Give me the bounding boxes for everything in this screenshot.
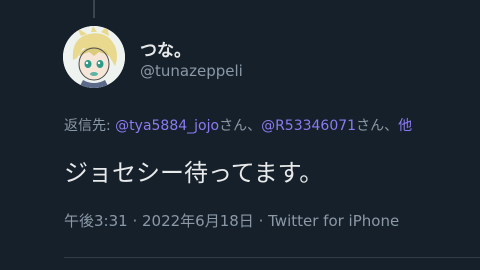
thread-connector-line [93,0,95,18]
more-mentions-link[interactable]: 他 [398,118,412,134]
meta-separator: · [127,212,142,230]
tweet-source[interactable]: Twitter for iPhone [268,212,399,230]
anime-character-avatar-icon [63,26,125,88]
avatar[interactable] [63,26,125,88]
reply-prefix: 返信先: [64,118,116,134]
reply-suffix-2: さん、 [356,118,399,134]
tweet-time[interactable]: 午後3:31 [64,212,128,230]
tweet-metadata: 午後3:31 · 2022年6月18日 · Twitter for iPhone [64,210,399,231]
username-handle[interactable]: @tunazeppeli [140,62,243,80]
mention-link-1[interactable]: @tya5884_jojo [115,118,219,134]
meta-separator: · [253,212,269,230]
divider [64,257,480,258]
reply-context: 返信先: @tya5884_jojoさん、@R53346071さん、他 [64,115,412,135]
tweet-card: つな。 @tunazeppeli 返信先: @tya5884_jojoさん、@R… [0,0,480,270]
tweet-text: ジョセシー待ってます。 [64,159,324,187]
reply-suffix-1: さん、 [219,118,262,134]
display-name[interactable]: つな。 [140,36,191,61]
tweet-date[interactable]: 2022年6月18日 [142,212,254,230]
mention-link-2[interactable]: @R53346071 [261,118,356,134]
